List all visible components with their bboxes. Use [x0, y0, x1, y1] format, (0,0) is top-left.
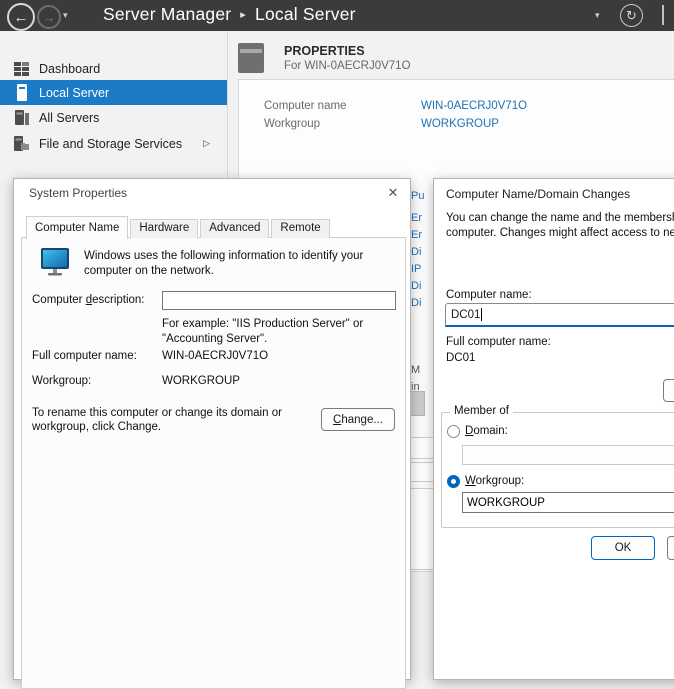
dialog-intro-text: Windows uses the following information t… [84, 249, 410, 279]
tab-advanced[interactable]: Advanced [200, 219, 269, 238]
sidebar-item-label: Dashboard [39, 62, 100, 76]
dashboard-icon [13, 60, 30, 77]
topbar: ← → ▾ Server Manager ▸ Local Server ▾ ↻ [0, 0, 674, 31]
close-icon[interactable]: ✕ [384, 184, 402, 202]
topbar-divider [662, 5, 664, 25]
clipped-link-text: Di [411, 246, 421, 258]
clipped-link-text: Er [411, 212, 422, 224]
workgroup-radio-label: Workgroup: [465, 475, 524, 487]
refresh-button[interactable]: ↻ [620, 4, 643, 27]
clipped-link-text: Pu [411, 190, 424, 202]
breadcrumb-app[interactable]: Server Manager [103, 4, 231, 24]
dialog-intro-line2: computer. Changes might affect access to… [446, 227, 674, 239]
workgroup-radio[interactable] [447, 475, 460, 488]
sidebar-item-label: Local Server [39, 86, 109, 100]
member-of-label: Member of [450, 405, 513, 417]
clipped-text: M [411, 364, 420, 376]
property-label: Computer name [264, 100, 346, 112]
computer-name-label: Computer name: [446, 289, 532, 301]
tab-hardware[interactable]: Hardware [130, 219, 198, 238]
properties-tile-icon [238, 43, 264, 73]
computer-name-tab-page: Windows uses the following information t… [21, 237, 406, 689]
computer-name-link[interactable]: WIN-0AECRJ0V71O [421, 100, 527, 112]
clipped-field [409, 462, 435, 482]
dialog-intro-line1: You can change the name and the membersh… [446, 212, 674, 224]
scrollbar-thumb[interactable] [410, 391, 425, 416]
computer-name-domain-changes-dialog: Computer Name/Domain Changes You can cha… [433, 178, 674, 680]
tab-remote[interactable]: Remote [271, 219, 329, 238]
clipped-field [409, 488, 435, 570]
file-storage-icon [13, 135, 30, 152]
clipped-link-text: Di [411, 280, 421, 292]
clipped-link-text: Er [411, 229, 422, 241]
system-properties-dialog: System Properties ✕ Computer Name Hardwa… [13, 178, 411, 680]
properties-heading: PROPERTIES [284, 44, 365, 58]
clipped-field [409, 437, 435, 459]
workgroup-value: WORKGROUP [162, 375, 240, 387]
sidebar-item-label: All Servers [39, 111, 99, 125]
full-computer-name-label: Full computer name: [446, 336, 551, 348]
servers-icon [13, 109, 30, 126]
nav-dropdown-caret-icon[interactable]: ▾ [63, 10, 68, 21]
computer-description-input[interactable] [162, 291, 396, 310]
breadcrumb-arrow-icon: ▸ [240, 9, 246, 21]
computer-description-label: Computer description: [32, 294, 145, 306]
computer-monitor-icon [40, 248, 70, 279]
back-icon: ← [14, 9, 29, 26]
domain-input[interactable] [462, 445, 674, 465]
manage-dropdown-caret-icon[interactable]: ▾ [595, 10, 600, 21]
tab-strip: Computer Name Hardware Advanced Remote [26, 215, 332, 238]
workgroup-label: Workgroup: [32, 375, 91, 387]
sidebar-item-dashboard[interactable]: Dashboard [0, 57, 227, 80]
rename-hint-text: To rename this computer or change its do… [32, 406, 317, 434]
expand-chevron-icon[interactable]: ▷ [203, 138, 210, 149]
full-computer-name-value: DC01 [446, 352, 475, 364]
workgroup-input[interactable] [462, 492, 674, 513]
change-button[interactable]: Change... [321, 408, 395, 431]
computer-name-value: DC01 [451, 309, 480, 321]
full-computer-name-label: Full computer name: [32, 350, 137, 362]
clipped-link-text: IP [411, 263, 421, 275]
server-icon [13, 84, 30, 101]
clipped-link-text: Di [411, 297, 421, 309]
refresh-icon: ↻ [626, 8, 637, 24]
cancel-button-partial[interactable] [667, 536, 674, 560]
forward-button[interactable]: → [37, 5, 61, 29]
dialog-title: Computer Name/Domain Changes [446, 187, 630, 201]
workgroup-link[interactable]: WORKGROUP [421, 118, 499, 130]
sidebar-item-all-servers[interactable]: All Servers [0, 106, 227, 129]
property-label: Workgroup [264, 118, 320, 130]
forward-icon: → [43, 10, 56, 25]
dialog-title: System Properties [29, 186, 127, 200]
description-example-text: For example: "IIS Production Server" or … [162, 317, 404, 347]
tab-computer-name[interactable]: Computer Name [26, 216, 128, 239]
more-button-partial[interactable] [663, 379, 674, 402]
breadcrumb-page: Local Server [255, 4, 356, 24]
ok-button[interactable]: OK [591, 536, 655, 560]
text-cursor [481, 308, 482, 321]
breadcrumb: Server Manager ▸ Local Server [103, 4, 356, 25]
sidebar-item-file-storage-services[interactable]: File and Storage Services ▷ [0, 132, 227, 155]
sidebar-item-local-server[interactable]: Local Server [0, 80, 227, 105]
back-button[interactable]: ← [7, 3, 35, 31]
sidebar-item-label: File and Storage Services [39, 137, 182, 151]
full-computer-name-value: WIN-0AECRJ0V71O [162, 350, 268, 362]
domain-radio[interactable] [447, 425, 460, 438]
properties-subheading: For WIN-0AECRJ0V71O [284, 60, 411, 72]
computer-name-input[interactable]: DC01 [445, 303, 674, 327]
domain-radio-label: Domain: [465, 425, 508, 437]
